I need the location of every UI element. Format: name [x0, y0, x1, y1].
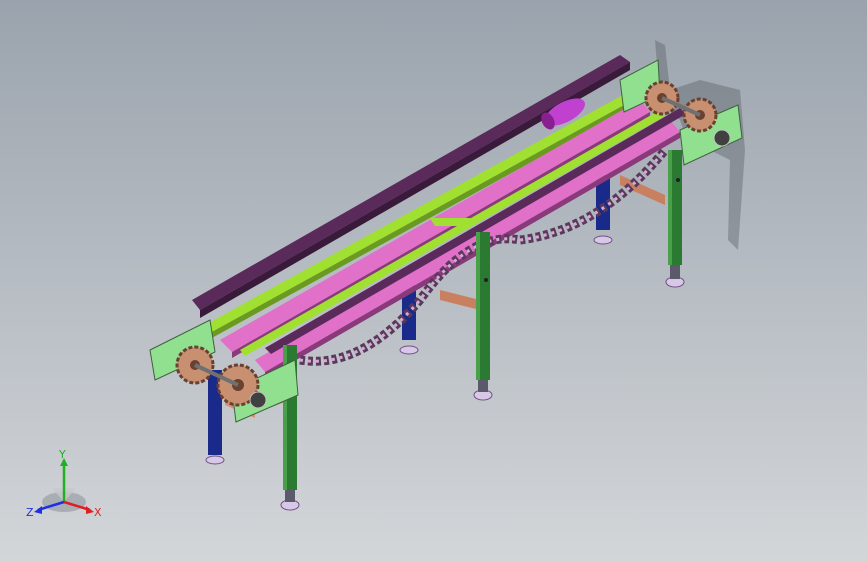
- back-chain-slats: [220, 100, 650, 358]
- middle-support-frame: [240, 110, 665, 356]
- z-axis-label: Z: [26, 506, 34, 519]
- x-axis-arrow: [86, 506, 94, 514]
- coordinate-triad: Y X Z: [26, 448, 102, 519]
- back-support-frame: [205, 80, 655, 339]
- z-axis-arrow: [34, 506, 42, 514]
- y-axis-label: Y: [58, 448, 66, 461]
- x-axis-label: X: [94, 506, 102, 519]
- conveyor-3d-model[interactable]: [0, 0, 867, 562]
- cad-viewport[interactable]: Y X Z: [0, 0, 867, 562]
